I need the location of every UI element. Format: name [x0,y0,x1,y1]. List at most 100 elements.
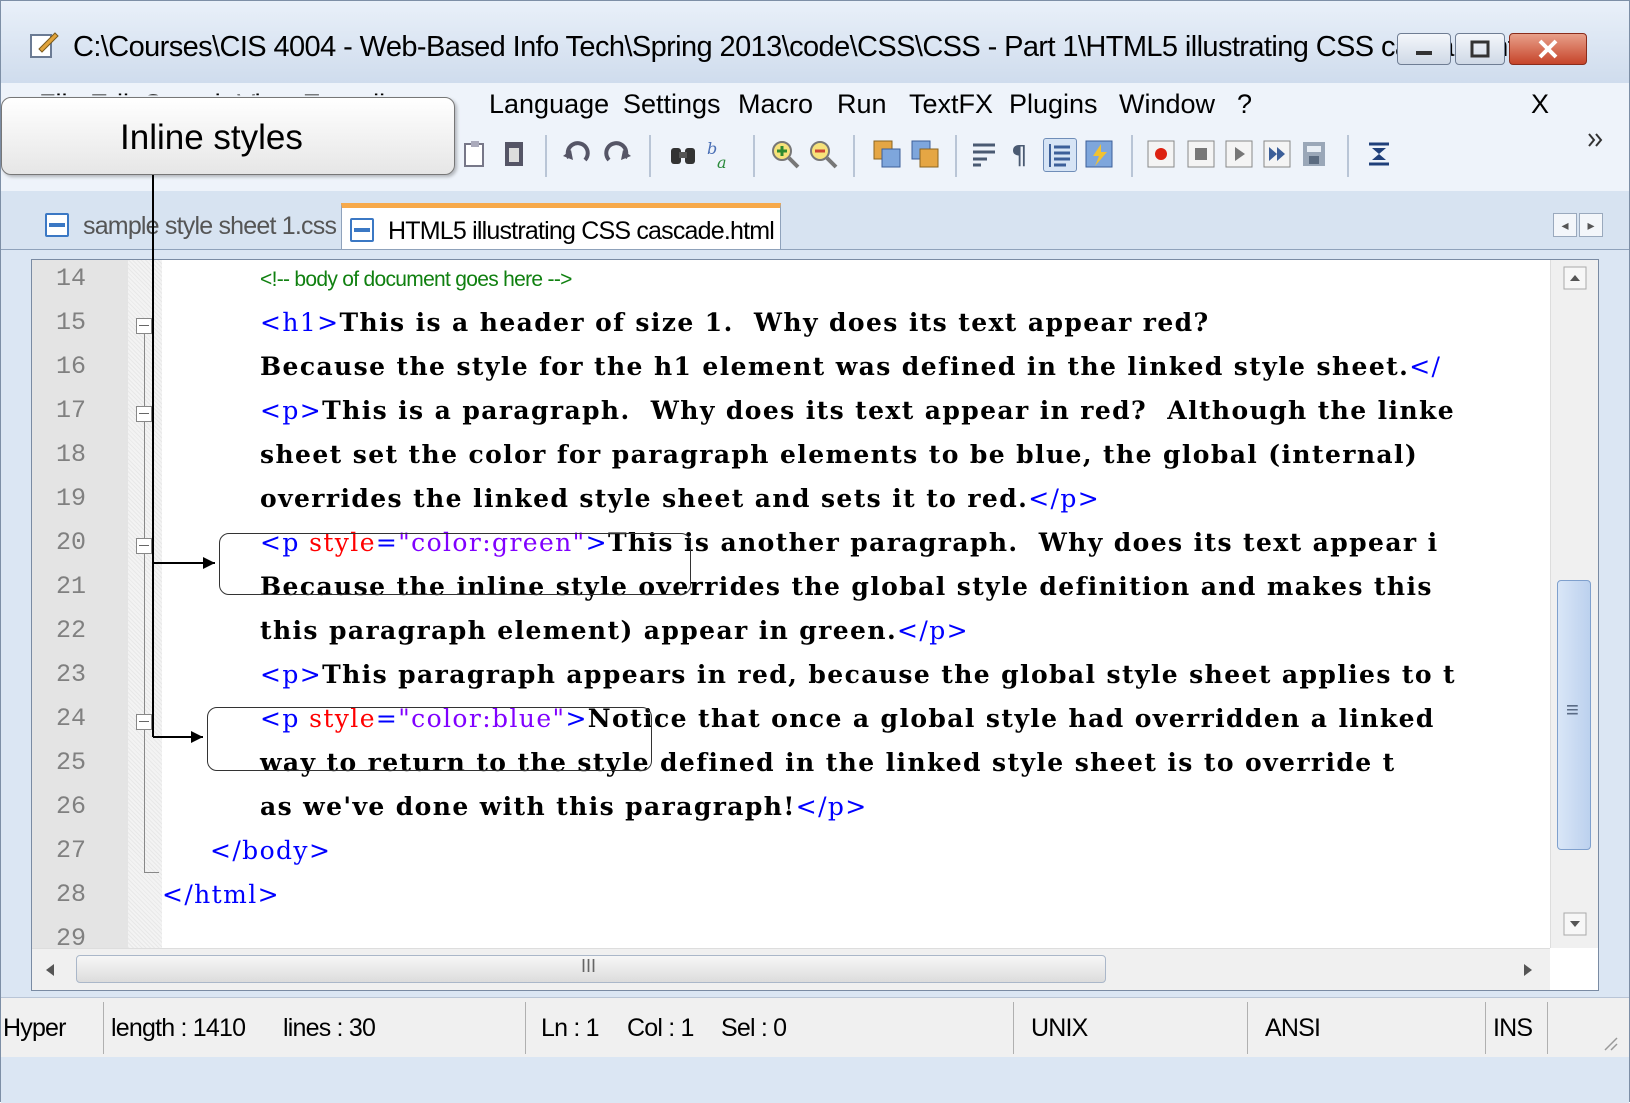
macro-record-icon[interactable] [1145,138,1177,170]
maximize-icon [1470,40,1490,58]
close-button[interactable] [1509,33,1587,65]
line-number: 20 [56,528,87,557]
status-lines: lines : 30 [283,1014,376,1042]
redo-icon[interactable] [601,138,633,170]
toolbar-separator [1131,135,1133,177]
code-token: </html> [162,880,280,909]
wrap-icon[interactable] [969,138,1001,170]
line-number: 19 [56,484,87,513]
status-separator [1485,1002,1486,1054]
maximize-button[interactable] [1455,33,1505,65]
code-token: This is a header of size 1. Why does its… [339,308,1210,337]
line-number: 21 [56,572,87,601]
code-line: 19 overrides the linked style sheet and … [32,480,1592,524]
scroll-up-icon[interactable] [1563,266,1587,290]
fold-toggle[interactable] [136,714,152,730]
window-bottom-edge [1,1057,1629,1103]
code-token: overrides the linked style sheet and set… [260,484,1029,513]
code-text: overrides the linked style sheet and set… [260,484,1100,513]
menu-language[interactable]: Language [489,89,609,120]
replace-icon[interactable]: ba [705,138,737,170]
menu-plugins[interactable]: Plugins [1009,89,1098,120]
trim-icon[interactable] [1363,138,1395,170]
resize-grip-icon[interactable] [1601,1034,1619,1052]
tab-html5-cascade[interactable]: HTML5 illustrating CSS cascade.html [341,203,781,249]
fold-toggle[interactable] [136,538,152,554]
horizontal-scrollbar[interactable]: III [32,948,1550,990]
sync-v-icon[interactable] [871,138,903,170]
line-number: 22 [56,616,87,645]
menu-run[interactable]: Run [837,89,887,120]
arrow-right-icon: ▸ [1587,217,1595,233]
toolbar-overflow-icon[interactable] [1585,129,1607,151]
status-separator [1547,1002,1548,1054]
code-line: 22 this paragraph element) appear in gre… [32,612,1592,656]
vertical-scroll-thumb[interactable]: ≡ [1557,580,1591,850]
code-token: sheet set the color for paragraph elemen… [260,440,1419,469]
zoom-out-icon[interactable] [807,138,839,170]
menu-window[interactable]: Window [1119,89,1215,120]
macro-run-multiple-icon[interactable] [1261,138,1293,170]
app-notepad-icon [30,32,59,58]
macro-save-icon[interactable] [1299,138,1331,170]
sync-h-icon[interactable] [909,138,941,170]
code-token: </p> [897,616,969,645]
code-editor[interactable]: 14 <!-- body of document goes here --> 1… [31,259,1599,991]
menu-settings[interactable]: Settings [623,89,721,120]
annotation-label: Inline styles [120,118,303,157]
zoom-in-icon[interactable] [769,138,801,170]
code-line: 14 <!-- body of document goes here --> [32,260,1592,304]
tab-scroll-left-button[interactable]: ◂ [1553,213,1577,237]
status-encoding: ANSI [1265,1014,1321,1042]
line-number: 16 [56,352,87,381]
code-text: <p>This is a paragraph. Why does its tex… [260,396,1455,425]
code-token: <h1> [260,308,340,337]
code-token: </ [1409,352,1442,381]
horizontal-scroll-thumb[interactable]: III [76,955,1106,983]
toolbar-separator [853,135,855,177]
paste-icon[interactable] [497,138,529,170]
status-eol: UNIX [1031,1014,1088,1042]
scroll-left-icon[interactable] [40,959,60,981]
line-number: 18 [56,440,87,469]
code-token: This is another paragraph. Why does its … [607,528,1439,557]
vertical-scrollbar[interactable]: ≡ [1550,260,1598,948]
scroll-down-icon[interactable] [1563,912,1587,936]
line-number: 25 [56,748,87,777]
fold-toggle[interactable] [136,318,152,334]
tab-sample-style-sheet[interactable]: sample style sheet 1.css [37,203,339,249]
pilcrow-icon[interactable]: ¶ [1005,138,1037,170]
paste-icon[interactable] [459,138,491,170]
line-number: 24 [56,704,87,733]
file-saved-icon [45,213,69,237]
svg-text:¶: ¶ [1011,141,1028,170]
code-text: </html> [162,880,280,909]
scroll-right-icon[interactable] [1518,959,1538,981]
grip-icon: ≡ [1566,697,1579,722]
menu-textfx[interactable]: TextFX [909,89,993,120]
tab-label: sample style sheet 1.css [83,212,337,240]
code-text: <h1>This is a header of size 1. Why does… [260,308,1210,337]
code-token: this paragraph element) appear in green. [260,616,898,645]
menu-close-doc[interactable]: X [1531,89,1549,120]
macro-stop-icon[interactable] [1185,138,1217,170]
notepad-window: C:\Courses\CIS 4004 - Web-Based Info Tec… [0,0,1630,1103]
indent-guide-icon[interactable] [1043,138,1077,172]
toolbar-separator [1347,135,1349,177]
toolbar-separator [649,135,651,177]
file-saved-icon [350,218,374,242]
undo-icon[interactable] [561,138,593,170]
status-separator [1247,1002,1248,1054]
menu-help[interactable]: ? [1237,89,1252,120]
menu-macro[interactable]: Macro [738,89,813,120]
minimize-button[interactable] [1397,33,1451,65]
tab-label: HTML5 illustrating CSS cascade.html [388,217,775,245]
user-lang-icon[interactable] [1083,138,1115,170]
find-icon[interactable] [667,138,699,170]
tab-scroll-right-button[interactable]: ▸ [1579,213,1603,237]
line-number: 26 [56,792,87,821]
status-ln: Ln : 1 [541,1014,600,1042]
fold-toggle[interactable] [136,406,152,422]
highlight-inline-style-green [219,533,691,595]
macro-play-icon[interactable] [1223,138,1255,170]
